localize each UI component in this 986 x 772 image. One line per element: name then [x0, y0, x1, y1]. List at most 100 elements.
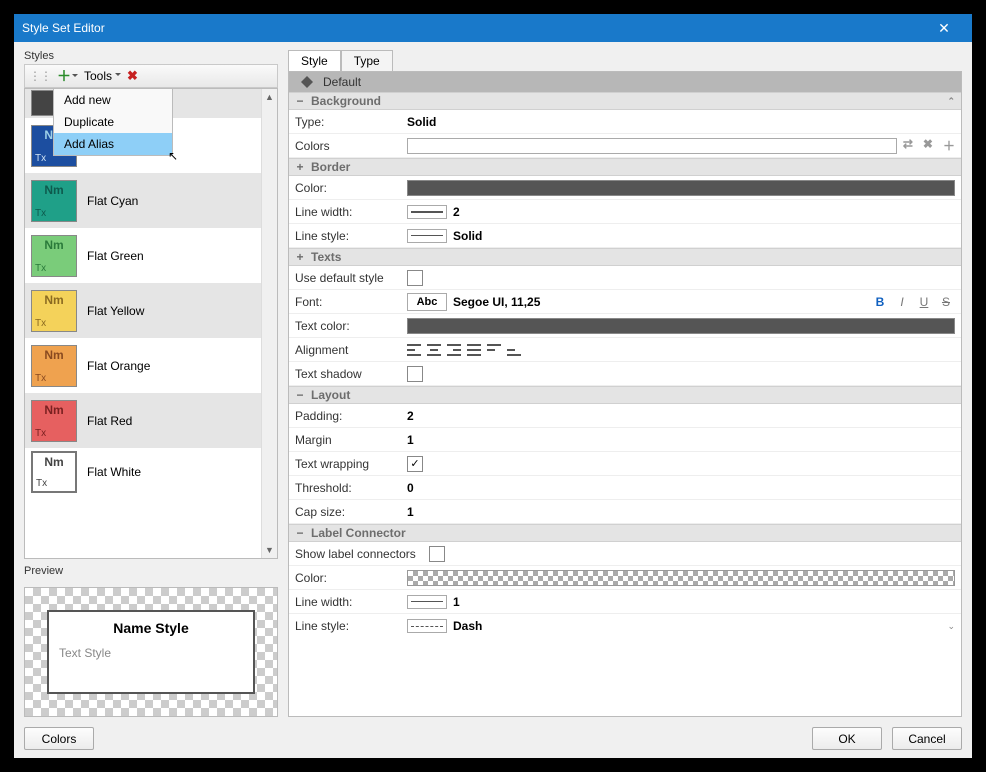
tabs: Style Type: [288, 50, 962, 72]
prop-lc-linestyle: Line style: Dash ⌄: [289, 614, 961, 638]
align-left-icon[interactable]: [407, 344, 421, 356]
list-item-label: Flat Cyan: [87, 194, 138, 208]
line-width-sample[interactable]: [407, 205, 447, 219]
menu-duplicate[interactable]: Duplicate: [54, 111, 172, 133]
prop-show-connectors: Show label connectors: [289, 542, 961, 566]
properties-panel: Default − Background ⌃ Type: Solid Color…: [288, 71, 962, 717]
list-item-label: Flat Red: [87, 414, 132, 428]
tab-type[interactable]: Type: [341, 50, 393, 72]
align-justify-icon[interactable]: [467, 344, 481, 356]
colors-button[interactable]: Colors: [24, 727, 94, 750]
align-top-icon[interactable]: [487, 344, 501, 356]
section-layout[interactable]: − Layout: [289, 386, 961, 404]
chevron-down-icon: ⌄: [947, 621, 955, 632]
prop-bg-type-value[interactable]: Solid: [407, 115, 955, 129]
expand-icon: +: [295, 160, 305, 174]
prop-border-linewidth: Line width: 2: [289, 200, 961, 224]
prop-margin: Margin 1: [289, 428, 961, 452]
use-default-checkbox[interactable]: [407, 270, 423, 286]
lc-style-sample[interactable]: [407, 619, 447, 633]
prop-font: Font: Abc Segoe UI, 11,25 B I U S: [289, 290, 961, 314]
text-color-value[interactable]: [407, 318, 955, 334]
prop-alignment: Alignment: [289, 338, 961, 362]
preview-text: Text Style: [59, 646, 243, 660]
align-center-icon[interactable]: [427, 344, 441, 356]
italic-icon[interactable]: I: [893, 295, 911, 309]
tab-style[interactable]: Style: [288, 50, 341, 72]
text-shadow-checkbox[interactable]: [407, 366, 423, 382]
color-picker[interactable]: [407, 138, 897, 154]
swap-icon[interactable]: ⇄: [903, 137, 913, 154]
prop-bg-colors: Colors ⇄ ✖ ＋: [289, 134, 961, 158]
align-bottom-icon[interactable]: [507, 344, 521, 356]
style-list: ) NmTx Flat Blue NmTx Flat Cyan NmTx: [24, 88, 278, 559]
line-style-sample[interactable]: [407, 229, 447, 243]
arrow-right-icon[interactable]: [307, 76, 319, 88]
prop-bg-type: Type: Solid: [289, 110, 961, 134]
menu-add-alias-label: Add Alias: [64, 137, 114, 151]
expand-icon: +: [295, 250, 305, 264]
style-set-editor-window: Style Set Editor ✕ Styles ⋮⋮ ＋ Tools ✖ A…: [14, 14, 972, 758]
strike-icon[interactable]: S: [937, 295, 955, 309]
prop-border-linestyle: Line style: Solid: [289, 224, 961, 248]
left-panel: Styles ⋮⋮ ＋ Tools ✖ Add new Duplicate Ad…: [24, 50, 278, 717]
color-value[interactable]: [407, 180, 955, 196]
add-icon[interactable]: ＋: [57, 66, 78, 86]
scroll-up-icon[interactable]: ▲: [262, 89, 277, 105]
section-texts[interactable]: + Texts: [289, 248, 961, 266]
close-icon[interactable]: ✕: [924, 20, 964, 37]
remove-icon[interactable]: ✖: [923, 137, 933, 154]
add-color-icon[interactable]: ＋: [943, 137, 955, 154]
prop-text-shadow: Text shadow: [289, 362, 961, 386]
prop-threshold: Threshold: 0: [289, 476, 961, 500]
prop-lc-color: Color:: [289, 566, 961, 590]
tools-dropdown[interactable]: Tools: [84, 69, 121, 83]
prop-border-color: Color:: [289, 176, 961, 200]
list-item-label: Flat Yellow: [87, 304, 144, 318]
default-header[interactable]: Default: [289, 72, 961, 92]
preview-box: Name Style Text Style: [47, 610, 255, 694]
right-panel: Style Type Default − Background ⌃ Type:: [288, 50, 962, 717]
list-item[interactable]: NmTx Flat Cyan: [25, 173, 277, 228]
ok-button[interactable]: OK: [812, 727, 882, 750]
list-item[interactable]: NmTx Flat Orange: [25, 338, 277, 393]
section-background[interactable]: − Background ⌃: [289, 92, 961, 110]
cancel-button[interactable]: Cancel: [892, 727, 962, 750]
menu-add-alias[interactable]: Add Alias ↖: [54, 133, 172, 155]
lc-color-value[interactable]: [407, 570, 955, 586]
styles-label: Styles: [24, 50, 278, 62]
prop-text-wrap: Text wrapping ✓: [289, 452, 961, 476]
lc-width-sample[interactable]: [407, 595, 447, 609]
collapse-icon: −: [295, 526, 305, 540]
font-sample[interactable]: Abc: [407, 293, 447, 311]
footer: Colors OK Cancel: [24, 723, 962, 750]
prop-use-default: Use default style: [289, 266, 961, 290]
list-item-label: Flat Orange: [87, 359, 150, 373]
style-list-inner: ) NmTx Flat Blue NmTx Flat Cyan NmTx: [25, 89, 277, 558]
section-label-connector[interactable]: − Label Connector: [289, 524, 961, 542]
main-area: Styles ⋮⋮ ＋ Tools ✖ Add new Duplicate Ad…: [24, 50, 962, 717]
scrollbar[interactable]: ▲ ▼: [261, 89, 277, 558]
section-border[interactable]: + Border: [289, 158, 961, 176]
preview-label: Preview: [24, 565, 278, 577]
show-connectors-checkbox[interactable]: [429, 546, 445, 562]
delete-icon[interactable]: ✖: [127, 68, 138, 84]
underline-icon[interactable]: U: [915, 295, 933, 309]
menu-add-new[interactable]: Add new: [54, 89, 172, 111]
grip-icon: ⋮⋮: [29, 69, 51, 83]
list-item[interactable]: NmTx Flat White: [25, 448, 277, 496]
styles-toolbar: ⋮⋮ ＋ Tools ✖ Add new Duplicate Add Alias…: [24, 64, 278, 88]
text-wrap-checkbox[interactable]: ✓: [407, 456, 423, 472]
scroll-down-icon[interactable]: ▼: [262, 542, 277, 558]
titlebar: Style Set Editor ✕: [14, 14, 972, 42]
font-value: Segoe UI, 11,25: [453, 295, 540, 309]
list-item[interactable]: NmTx Flat Yellow: [25, 283, 277, 338]
align-right-icon[interactable]: [447, 344, 461, 356]
arrow-left-icon[interactable]: [295, 76, 307, 88]
tools-menu: Add new Duplicate Add Alias ↖: [53, 88, 173, 156]
list-item[interactable]: NmTx Flat Red: [25, 393, 277, 448]
list-item[interactable]: NmTx Flat Green: [25, 228, 277, 283]
bold-icon[interactable]: B: [871, 295, 889, 309]
cursor-icon: ↖: [168, 149, 178, 163]
prop-lc-linewidth: Line width: 1: [289, 590, 961, 614]
